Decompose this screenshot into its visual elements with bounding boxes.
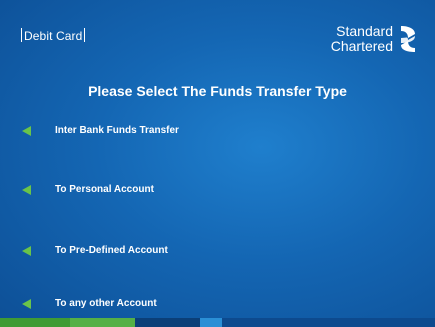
option-label: To Pre-Defined Account: [55, 245, 168, 256]
page-title: Please Select The Funds Transfer Type: [88, 83, 347, 99]
strip-segment: [222, 318, 435, 327]
standard-chartered-logo-icon: [401, 26, 415, 52]
strip-segment: [135, 318, 200, 327]
card-type-text: Debit Card: [24, 29, 83, 43]
left-arrow-icon: [22, 298, 31, 309]
bank-name-line1: Standard: [336, 23, 393, 39]
bank-brand: Standard Chartered: [331, 23, 419, 55]
bank-name: Standard Chartered: [331, 24, 393, 54]
option-to-any-other-account[interactable]: To any other Account: [22, 298, 157, 309]
strip-segment: [70, 318, 135, 327]
option-label: To Personal Account: [55, 184, 154, 195]
strip-segment: [200, 318, 222, 327]
option-inter-bank-funds-transfer[interactable]: Inter Bank Funds Transfer: [22, 125, 179, 136]
left-arrow-icon: [22, 245, 31, 256]
card-type-label: Debit Card: [21, 28, 86, 43]
decorative-bottom-strip: [0, 318, 435, 327]
option-label: To any other Account: [55, 298, 157, 309]
left-arrow-icon: [22, 184, 31, 195]
bank-name-line2: Chartered: [330, 38, 393, 54]
left-arrow-icon: [22, 125, 31, 136]
divider: [84, 28, 86, 42]
atm-screen: Debit Card Standard Chartered Please Sel…: [0, 0, 435, 327]
option-to-pre-defined-account[interactable]: To Pre-Defined Account: [22, 245, 168, 256]
option-to-personal-account[interactable]: To Personal Account: [22, 184, 154, 195]
option-label: Inter Bank Funds Transfer: [55, 125, 179, 136]
strip-segment: [0, 318, 70, 327]
